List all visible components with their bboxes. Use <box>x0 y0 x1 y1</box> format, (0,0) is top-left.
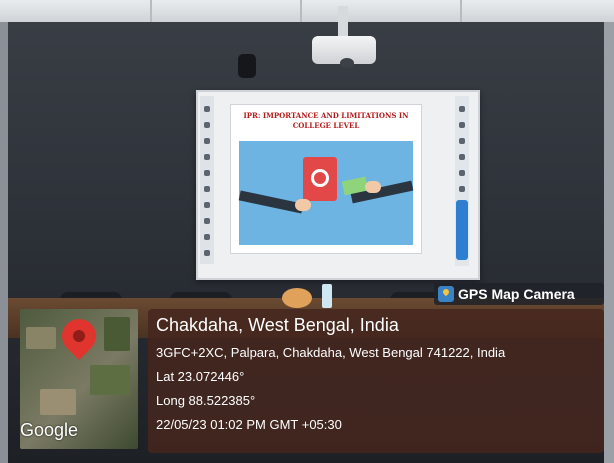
water-bottle <box>322 284 332 308</box>
slide-illustration <box>238 141 414 245</box>
location-map-thumbnail: Google <box>20 309 138 449</box>
timestamp: 22/05/23 01:02 PM GMT +05:30 <box>156 417 342 432</box>
gps-map-camera-icon <box>438 286 454 302</box>
right-wall <box>604 22 614 463</box>
latitude: Lat 23.072446° <box>156 369 245 384</box>
google-attribution: Google <box>20 420 79 440</box>
board-toolbar-left <box>200 96 214 264</box>
left-wall <box>0 22 8 463</box>
address: 3GFC+2XC, Palpara, Chakdaha, West Bengal… <box>156 345 506 360</box>
place-name: Chakdaha, West Bengal, India <box>156 315 399 335</box>
presentation-slide: IPR: IMPORTANCE AND LIMITATIONS IN COLLE… <box>230 104 422 254</box>
ceiling <box>0 0 614 22</box>
location-info-panel: Chakdaha, West Bengal, India 3GFC+2XC, P… <box>148 309 604 453</box>
wall-camera <box>238 54 256 78</box>
gps-map-camera-label: GPS Map Camera <box>458 286 575 302</box>
gps-map-camera-badge: GPS Map Camera <box>434 283 604 305</box>
flower-vase <box>282 288 312 308</box>
board-brand-strip <box>456 200 468 260</box>
projector-mount <box>338 6 348 38</box>
slide-title: IPR: IMPORTANCE AND LIMITATIONS IN COLLE… <box>243 111 409 130</box>
copyright-icon <box>311 169 329 187</box>
projector-lens <box>340 58 354 68</box>
longitude: Long 88.522385° <box>156 393 256 408</box>
